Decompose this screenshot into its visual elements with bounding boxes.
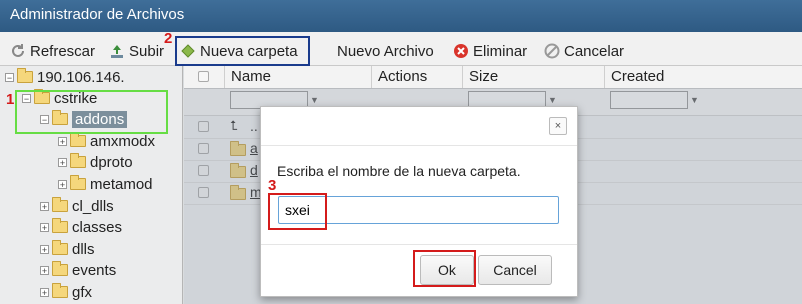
expand-icon[interactable]: + bbox=[58, 179, 67, 189]
upload-button[interactable]: Subir bbox=[109, 41, 164, 61]
tree-item-label: gfx bbox=[72, 283, 93, 301]
tree-item-cl-dlls[interactable]: + cl_dlls bbox=[40, 196, 114, 216]
cancel-toolbar-button[interactable]: Cancelar bbox=[544, 41, 624, 61]
tree-item-events[interactable]: + events bbox=[40, 260, 116, 280]
cancel-icon bbox=[544, 43, 560, 59]
tree-item-label: 190.106.146. bbox=[37, 68, 125, 86]
new-file-button[interactable]: Nuevo Archivo bbox=[337, 41, 434, 61]
dialog-header: × bbox=[261, 107, 577, 146]
expand-icon[interactable]: + bbox=[40, 201, 49, 211]
expand-icon[interactable]: + bbox=[58, 136, 67, 146]
folder-icon bbox=[52, 283, 68, 298]
tree-item-label: cl_dlls bbox=[72, 197, 114, 215]
tree-item-gfx[interactable]: + gfx bbox=[40, 282, 92, 302]
highlight-ok-button bbox=[413, 250, 476, 287]
tree-item-label: events bbox=[72, 261, 117, 279]
cancel-button[interactable]: Cancel bbox=[478, 255, 552, 285]
column-header-actions[interactable]: Actions bbox=[371, 66, 462, 88]
cancel-toolbar-label: Cancelar bbox=[564, 42, 625, 60]
select-all-checkbox[interactable] bbox=[198, 71, 209, 82]
folder-icon bbox=[17, 68, 33, 83]
delete-button[interactable]: Eliminar bbox=[453, 41, 527, 61]
folder-icon bbox=[52, 240, 68, 255]
grid-header: Name Actions Size Created bbox=[184, 66, 802, 89]
delete-icon bbox=[453, 43, 469, 59]
expand-icon[interactable]: + bbox=[40, 244, 49, 254]
tree-item-metamod[interactable]: + metamod bbox=[58, 174, 153, 194]
window-titlebar: Administrador de Archivos bbox=[0, 0, 802, 32]
dialog-divider bbox=[261, 244, 577, 245]
highlight-addons-folder bbox=[15, 90, 168, 134]
tree-item-root[interactable]: − 190.106.146. bbox=[5, 67, 125, 87]
toolbar: Refrescar Subir Nueva carpeta Nuevo Arch… bbox=[0, 32, 802, 66]
folder-icon bbox=[52, 218, 68, 233]
tree-item-label: classes bbox=[72, 218, 123, 236]
folder-icon bbox=[70, 153, 86, 168]
select-all-cell[interactable] bbox=[184, 66, 224, 88]
step-number-1: 1 bbox=[6, 91, 15, 108]
folder-icon bbox=[52, 261, 68, 276]
tree-item-amxmodx[interactable]: + amxmodx bbox=[58, 131, 155, 151]
expand-icon[interactable]: + bbox=[58, 157, 67, 167]
refresh-icon bbox=[10, 43, 26, 59]
expand-icon[interactable]: + bbox=[40, 222, 49, 232]
highlight-folder-name-input bbox=[268, 193, 327, 230]
folder-icon bbox=[52, 197, 68, 212]
refresh-label: Refrescar bbox=[30, 42, 96, 60]
refresh-button[interactable]: Refrescar bbox=[10, 41, 95, 61]
upload-icon bbox=[109, 43, 125, 59]
column-header-name[interactable]: Name bbox=[224, 66, 371, 88]
tree-item-classes[interactable]: + classes bbox=[40, 217, 122, 237]
expand-icon[interactable]: + bbox=[40, 287, 49, 297]
tree-item-label: metamod bbox=[90, 175, 153, 193]
step-number-3: 3 bbox=[268, 177, 277, 194]
step-number-2: 2 bbox=[164, 30, 173, 47]
highlight-new-folder bbox=[175, 36, 310, 66]
close-button[interactable]: × bbox=[549, 117, 567, 135]
column-header-created[interactable]: Created bbox=[604, 66, 802, 88]
tree-item-label: dproto bbox=[90, 153, 133, 171]
tree-item-label: amxmodx bbox=[90, 132, 156, 150]
collapse-icon[interactable]: − bbox=[5, 72, 14, 82]
expand-icon[interactable]: + bbox=[40, 265, 49, 275]
column-header-size[interactable]: Size bbox=[462, 66, 604, 88]
window-title: Administrador de Archivos bbox=[10, 6, 185, 23]
tree-item-dlls[interactable]: + dlls bbox=[40, 239, 95, 259]
upload-label: Subir bbox=[129, 42, 165, 60]
folder-icon bbox=[70, 175, 86, 190]
tree-item-dproto[interactable]: + dproto bbox=[58, 152, 133, 172]
delete-label: Eliminar bbox=[473, 42, 528, 60]
dialog-message: Escriba el nombre de la nueva carpeta. bbox=[277, 163, 521, 179]
folder-icon bbox=[70, 132, 86, 147]
tree-item-label: dlls bbox=[72, 240, 95, 258]
new-file-label: Nuevo Archivo bbox=[337, 42, 434, 60]
